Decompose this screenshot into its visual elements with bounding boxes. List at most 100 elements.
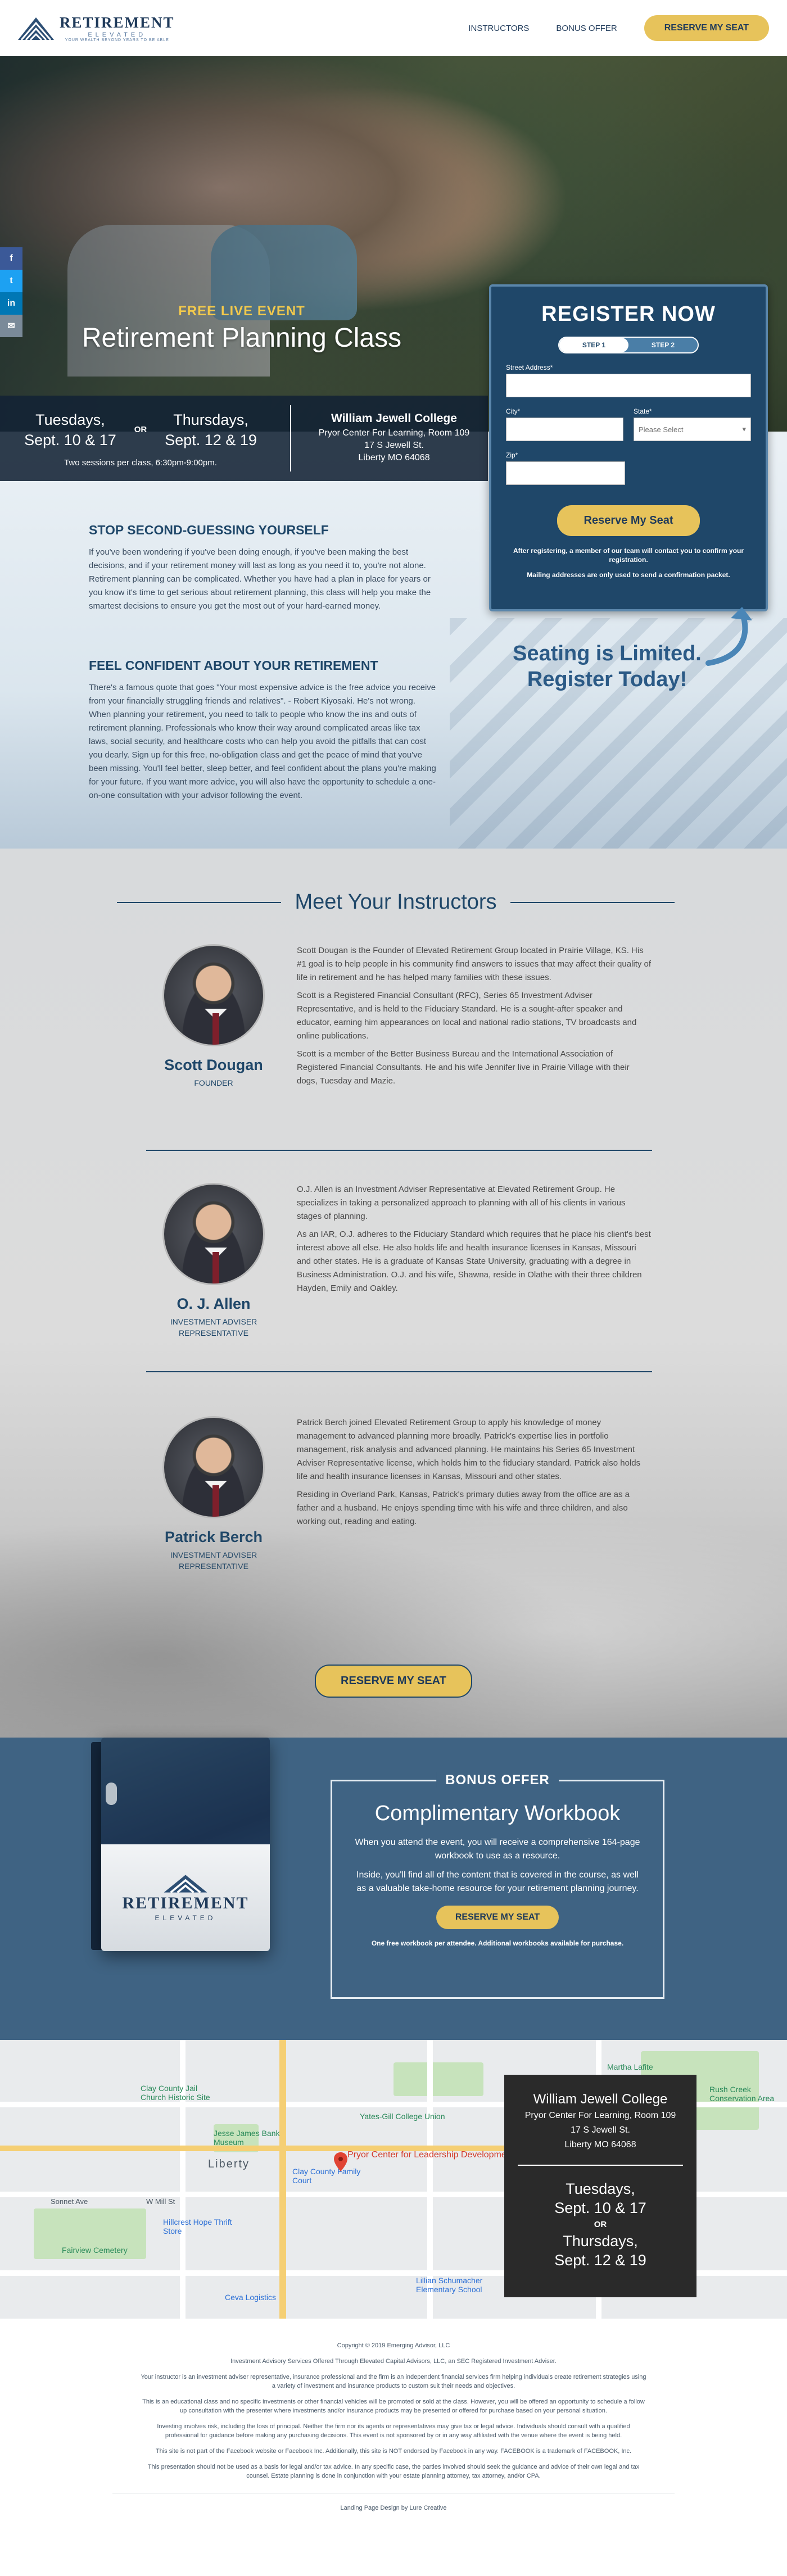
bonus-kicker: BONUS OFFER: [436, 1772, 559, 1788]
register-form: REGISTER NOW STEP 1 STEP 2 Street Addres…: [489, 284, 768, 611]
instructor-role: INVESTMENT ADVISER REPRESENTATIVE: [170, 1317, 257, 1337]
session-note: Two sessions per class, 6:30pm-9:00pm.: [64, 457, 217, 468]
workbook-image: RETIREMENT ELEVATED: [91, 1738, 270, 1974]
form-steps: STEP 1 STEP 2: [558, 337, 699, 353]
map-target-label: Pryor Center for Leadership Development: [347, 2150, 514, 2160]
logo-mountain-icon: [164, 1875, 207, 1893]
map-street-label: Sonnet Ave: [51, 2197, 88, 2206]
intro-copy: STOP SECOND-GUESSING YOURSELF If you've …: [89, 523, 437, 847]
date-option-tuesday: Tuesdays, Sept. 10 & 17: [24, 411, 116, 448]
map-pin-icon[interactable]: [334, 2152, 347, 2171]
instructors-title: Meet Your Instructors: [295, 890, 497, 914]
instructor-bio: As an IAR, O.J. adheres to the Fiduciary…: [297, 1230, 651, 1293]
instructor-card: Scott Dougan FOUNDER Scott Dougan is the…: [146, 944, 652, 1092]
instructor-role: INVESTMENT ADVISER REPRESENTATIVE: [170, 1550, 257, 1571]
bonus-offer-section: RETIREMENT ELEVATED BONUS OFFER Complime…: [0, 1738, 787, 2040]
event-kicker: FREE LIVE EVENT: [178, 303, 305, 319]
intro-paragraph-1: If you've been wondering if you've been …: [89, 547, 431, 611]
venue-address: William Jewell College Pryor Center For …: [318, 412, 470, 463]
instructor-bio: Scott is a member of the Better Business…: [297, 1049, 630, 1086]
city-input[interactable]: [506, 418, 623, 441]
step-1-tab[interactable]: STEP 1: [559, 338, 628, 352]
social-share-bar: f t in ✉: [0, 247, 22, 337]
design-credit-link[interactable]: Landing Page Design by Lure Creative: [141, 2504, 646, 2512]
instructor-bio: Residing in Overland Park, Kansas, Patri…: [297, 1490, 630, 1526]
date-option-thursday: Thursdays, Sept. 12 & 19: [165, 411, 257, 448]
logo-subtitle: ELEVATED: [88, 31, 147, 38]
map-poi-martha-lafite[interactable]: Martha Lafite: [607, 2062, 686, 2071]
location-college: William Jewell College: [533, 2092, 668, 2107]
map-poi-jail[interactable]: Clay County Jail Church Historic Site: [141, 2084, 225, 2102]
logo-title: RETIREMENT: [60, 14, 175, 31]
main-nav: INSTRUCTORS BONUS OFFER RESERVE MY SEAT: [468, 15, 769, 41]
map-poi-fairview[interactable]: Fairview Cemetery: [62, 2246, 157, 2255]
site-footer: Copyright © 2019 Emerging Advisor, LLC I…: [0, 2319, 787, 2576]
event-heading: FREE LIVE EVENT Retirement Planning Clas…: [62, 303, 422, 353]
nav-bonus-offer[interactable]: BONUS OFFER: [556, 24, 617, 33]
instructor-bio: O.J. Allen is an Investment Adviser Repr…: [297, 1185, 626, 1221]
intro-heading-2: FEEL CONFIDENT ABOUT YOUR RETIREMENT: [89, 658, 378, 673]
location-card: William Jewell College Pryor Center For …: [504, 2075, 696, 2297]
instructor-role: FOUNDER: [194, 1078, 233, 1087]
copyright: Copyright © 2019 Emerging Advisor, LLC: [337, 2342, 450, 2349]
step-2-tab[interactable]: STEP 2: [628, 338, 698, 352]
instructor-card: Patrick Berch INVESTMENT ADVISER REPRESE…: [146, 1416, 652, 1572]
avatar: [162, 1416, 265, 1518]
state-label: State*: [634, 407, 652, 415]
bonus-paragraph: Inside, you'll find all of the content t…: [356, 1870, 639, 1893]
bonus-title: Complimentary Workbook: [374, 1802, 621, 1825]
map-poi-lillian-schumacher[interactable]: Lillian Schumacher Elementary School: [416, 2276, 512, 2294]
reserve-seat-button[interactable]: RESERVE MY SEAT: [644, 15, 769, 41]
bonus-card: BONUS OFFER Complimentary Workbook When …: [331, 1772, 664, 1999]
instructor-bio: Scott Dougan is the Founder of Elevated …: [297, 946, 652, 982]
mailing-note: Mailing addresses are only used to send …: [527, 571, 730, 579]
register-note: After registering, a member of our team …: [513, 547, 744, 564]
instructor-name: Patrick Berch: [164, 1529, 263, 1545]
logo[interactable]: RETIREMENT ELEVATED YOUR WEALTH BEYOND Y…: [18, 14, 175, 42]
map-poi-ceva[interactable]: Ceva Logistics: [225, 2293, 304, 2302]
city-label: City*: [506, 407, 521, 415]
map-poi-rush-creek[interactable]: Rush Creek Conservation Area: [709, 2085, 777, 2103]
email-icon[interactable]: ✉: [0, 315, 22, 337]
workbook-subtitle: ELEVATED: [155, 1914, 216, 1922]
reserve-my-seat-button[interactable]: Reserve My Seat: [557, 505, 700, 536]
instructors-section: Meet Your Instructors Scott Dougan FOUND…: [0, 849, 787, 1738]
seating-limited-callout: Seating is Limited. Register Today!: [513, 642, 702, 691]
map-poi-jesse-james[interactable]: Jesse James Bank Museum: [214, 2129, 287, 2147]
avatar: [162, 1183, 265, 1285]
hero-section: f t in ✉ FREE LIVE EVENT Retirement Plan…: [0, 56, 787, 849]
twitter-icon[interactable]: t: [0, 270, 22, 292]
disclaimer: This is an educational class and no spec…: [142, 2398, 645, 2414]
map-town-label: Liberty: [208, 2158, 250, 2170]
state-select[interactable]: Please Select ▾: [634, 418, 751, 441]
instructor-name: Scott Dougan: [164, 1056, 263, 1073]
street-address-input[interactable]: [506, 374, 751, 397]
event-title: Retirement Planning Class: [82, 323, 402, 353]
disclaimer: This presentation should not be used as …: [147, 2464, 640, 2479]
zip-label: Zip*: [506, 451, 518, 459]
register-title: REGISTER NOW: [541, 302, 716, 326]
workbook-title: RETIREMENT: [122, 1894, 249, 1912]
instructor-name: O. J. Allen: [177, 1295, 251, 1312]
zip-input[interactable]: [506, 461, 625, 485]
facebook-icon[interactable]: f: [0, 247, 22, 270]
date-or: OR: [134, 425, 147, 434]
map-street-label: W Mill St: [146, 2197, 175, 2206]
street-label: Street Address*: [506, 364, 553, 371]
bonus-paragraph: When you attend the event, you will rece…: [355, 1838, 640, 1861]
bonus-note: One free workbook per attendee. Addition…: [371, 1939, 624, 1947]
reserve-seat-button[interactable]: RESERVE MY SEAT: [315, 1665, 472, 1698]
instructor-card: O. J. Allen INVESTMENT ADVISER REPRESENT…: [146, 1183, 652, 1339]
nav-instructors[interactable]: INSTRUCTORS: [468, 24, 529, 33]
avatar: [162, 944, 265, 1046]
event-date-bar: Tuesdays, Sept. 10 & 17 OR Thursdays, Se…: [0, 396, 488, 481]
linkedin-icon[interactable]: in: [0, 292, 22, 315]
reserve-seat-button[interactable]: RESERVE MY SEAT: [436, 1906, 559, 1929]
map-poi-yates-gill[interactable]: Yates-Gill College Union: [360, 2112, 472, 2121]
disclaimer: Investment Advisory Services Offered Thr…: [230, 2358, 557, 2365]
intro-heading-1: STOP SECOND-GUESSING YOURSELF: [89, 523, 329, 537]
chevron-down-icon: ▾: [742, 425, 746, 433]
location-map[interactable]: Clay County Jail Church Historic Site Je…: [0, 2040, 787, 2319]
map-poi-hillcrest[interactable]: Hillcrest Hope Thrift Store: [163, 2217, 247, 2235]
logo-mountain-icon: [18, 17, 54, 41]
